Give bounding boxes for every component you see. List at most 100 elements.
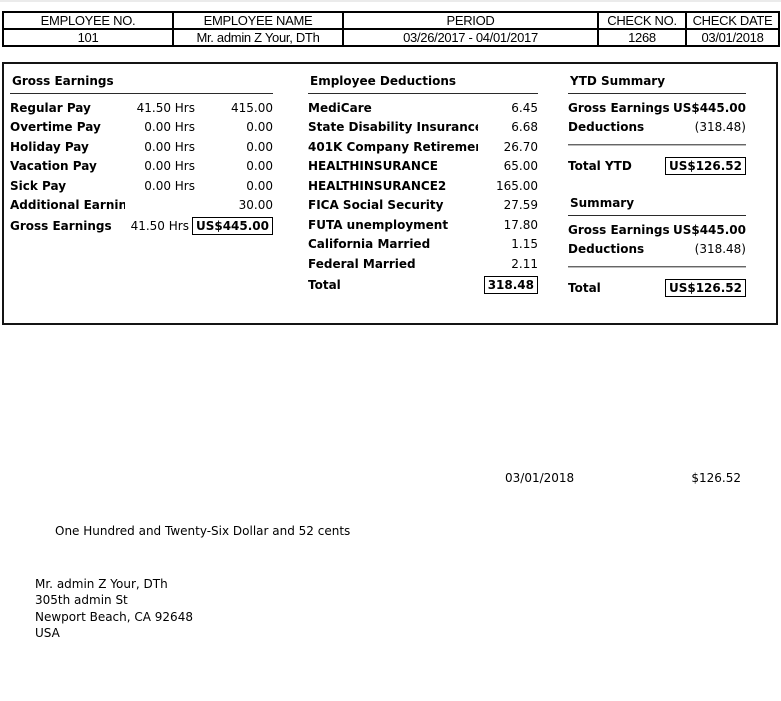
deduction-label: HEALTHINSURANCE2 (308, 179, 478, 193)
earnings-row: Sick Pay 0.00 Hrs 0.00 (10, 176, 273, 196)
deduction-row: HEALTHINSURANCE 65.00 (308, 157, 538, 177)
deduction-amount: 26.70 (478, 140, 538, 154)
earnings-label: Sick Pay (10, 179, 125, 193)
deduction-row: California Married 1.15 (308, 235, 538, 255)
employee-deductions-section: Employee Deductions MediCare 6.45 State … (308, 72, 538, 296)
section-spacer (568, 177, 746, 194)
earnings-label: Overtime Pay (10, 120, 125, 134)
gross-earnings-total-hours: 41.50 Hrs (119, 219, 189, 233)
deduction-amount: 27.59 (478, 198, 538, 212)
earnings-amount: 415.00 (195, 101, 273, 115)
deduction-row: Federal Married 2.11 (308, 254, 538, 274)
deduction-amount: 6.45 (478, 101, 538, 115)
payee-street: 305th admin St (35, 592, 193, 608)
earnings-amount: 0.00 (195, 140, 273, 154)
deduction-amount: 2.11 (478, 257, 538, 271)
check-amount-words: One Hundred and Twenty-Six Dollar and 52… (55, 524, 350, 538)
payee-country: USA (35, 625, 193, 641)
earnings-amount: 0.00 (195, 159, 273, 173)
earnings-label: Additional Earnings (10, 198, 125, 212)
check-amount: $126.52 (650, 471, 741, 485)
earnings-row: Overtime Pay 0.00 Hrs 0.00 (10, 118, 273, 138)
employee-name-header: EMPLOYEE NAME (173, 12, 343, 29)
ytd-summary-title: YTD Summary (568, 72, 746, 94)
earnings-amount: 0.00 (195, 179, 273, 193)
ytd-deductions-value: (318.48) (695, 120, 746, 134)
ytd-separator-line (568, 144, 746, 146)
gross-earnings-section: Gross Earnings Regular Pay 41.50 Hrs 415… (10, 72, 273, 237)
ytd-summary-section: YTD Summary Gross Earnings US$445.00 Ded… (568, 72, 746, 299)
employee-value-row: 101 Mr. admin Z Your, DTh 03/26/2017 - 0… (3, 29, 779, 46)
ytd-total-row: Total YTD US$126.52 (568, 155, 746, 177)
period-value: 03/26/2017 - 04/01/2017 (343, 29, 598, 46)
deduction-label: MediCare (308, 101, 478, 115)
earnings-hours: 41.50 Hrs (125, 101, 195, 115)
summary-total-label: Total (568, 281, 601, 295)
earnings-hours: 0.00 Hrs (125, 120, 195, 134)
earnings-row: Holiday Pay 0.00 Hrs 0.00 (10, 137, 273, 157)
deduction-amount: 165.00 (478, 179, 538, 193)
deductions-total-amount: 318.48 (484, 276, 538, 294)
deduction-label: State Disability Insurance (308, 120, 478, 134)
summary-deductions-label: Deductions (568, 242, 644, 256)
period-header: PERIOD (343, 12, 598, 29)
earnings-label: Regular Pay (10, 101, 125, 115)
deduction-label: FICA Social Security (308, 198, 478, 212)
earnings-amount: 30.00 (195, 198, 273, 212)
ytd-deductions-row: Deductions (318.48) (568, 117, 746, 136)
summary-gross-row: Gross Earnings US$445.00 (568, 220, 746, 239)
deductions-total-row: Total 318.48 (308, 274, 538, 296)
check-no-header: CHECK NO. (598, 12, 686, 29)
deduction-row: FICA Social Security 27.59 (308, 196, 538, 216)
employee-name-value: Mr. admin Z Your, DTh (173, 29, 343, 46)
deduction-label: 401K Company Retirement (308, 140, 478, 154)
earnings-label: Holiday Pay (10, 140, 125, 154)
gross-earnings-total-row: Gross Earnings 41.50 Hrs US$445.00 (10, 215, 273, 237)
summary-gross-label: Gross Earnings (568, 223, 670, 237)
earnings-hours: 0.00 Hrs (125, 140, 195, 154)
ytd-gross-value: US$445.00 (673, 101, 746, 115)
check-date-header: CHECK DATE (686, 12, 779, 29)
check-date: 03/01/2018 (505, 471, 574, 485)
deduction-label: Federal Married (308, 257, 478, 271)
earnings-hours: 0.00 Hrs (125, 159, 195, 173)
deduction-row: HEALTHINSURANCE2 165.00 (308, 176, 538, 196)
deduction-row: FUTA unemployment 17.80 (308, 215, 538, 235)
earnings-row: Additional Earnings 30.00 (10, 196, 273, 216)
summary-separator-line (568, 266, 746, 268)
payee-city-state-zip: Newport Beach, CA 92648 (35, 609, 193, 625)
employee-header-row: EMPLOYEE NO. EMPLOYEE NAME PERIOD CHECK … (3, 12, 779, 29)
employee-no-value: 101 (3, 29, 173, 46)
gross-earnings-title: Gross Earnings (10, 72, 273, 94)
earnings-label: Vacation Pay (10, 159, 125, 173)
deduction-amount: 6.68 (478, 120, 538, 134)
deduction-row: State Disability Insurance 6.68 (308, 118, 538, 138)
summary-total-value: US$126.52 (665, 279, 746, 297)
ytd-deductions-label: Deductions (568, 120, 644, 134)
deduction-label: California Married (308, 237, 478, 251)
ytd-total-label: Total YTD (568, 159, 632, 173)
payee-name: Mr. admin Z Your, DTh (35, 576, 193, 592)
deduction-label: HEALTHINSURANCE (308, 159, 478, 173)
deduction-row: 401K Company Retirement 26.70 (308, 137, 538, 157)
deductions-total-label: Total (308, 278, 484, 292)
deduction-row: MediCare 6.45 (308, 98, 538, 118)
summary-deductions-row: Deductions (318.48) (568, 239, 746, 258)
employee-header-table: EMPLOYEE NO. EMPLOYEE NAME PERIOD CHECK … (2, 11, 780, 47)
top-divider (0, 0, 781, 2)
summary-total-row: Total US$126.52 (568, 277, 746, 299)
earnings-row: Vacation Pay 0.00 Hrs 0.00 (10, 157, 273, 177)
stub-detail-box: Gross Earnings Regular Pay 41.50 Hrs 415… (2, 62, 778, 325)
payee-address-block: Mr. admin Z Your, DTh 305th admin St New… (35, 576, 193, 642)
deduction-amount: 65.00 (478, 159, 538, 173)
employee-deductions-title: Employee Deductions (308, 72, 538, 94)
gross-earnings-total-label: Gross Earnings (10, 219, 119, 233)
summary-title: Summary (568, 194, 746, 216)
earnings-hours: 0.00 Hrs (125, 179, 195, 193)
check-no-value: 1268 (598, 29, 686, 46)
summary-deductions-value: (318.48) (695, 242, 746, 256)
ytd-total-value: US$126.52 (665, 157, 746, 175)
earnings-amount: 0.00 (195, 120, 273, 134)
deduction-amount: 17.80 (478, 218, 538, 232)
ytd-gross-label: Gross Earnings (568, 101, 670, 115)
